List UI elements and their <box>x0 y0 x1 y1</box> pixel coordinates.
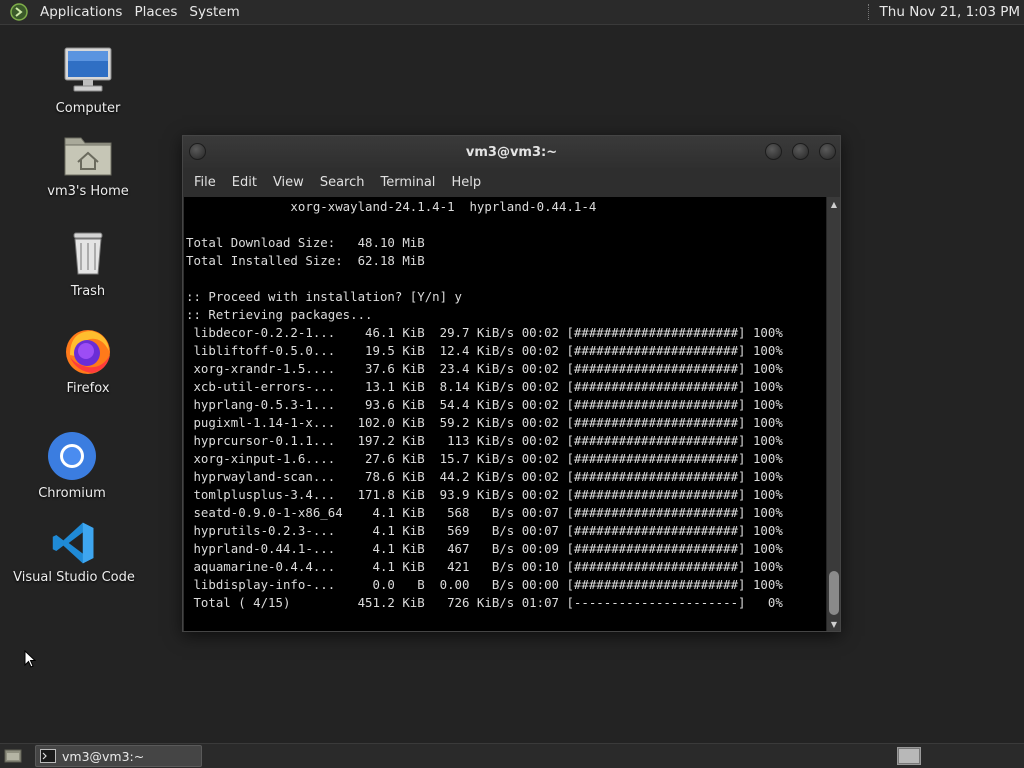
menu-terminal[interactable]: Terminal <box>373 175 442 190</box>
terminal-line: hyprlang-0.5.3-1... 93.6 KiB 54.4 KiB/s … <box>186 397 783 412</box>
desktop-icon-label: Computer <box>55 101 121 116</box>
terminal-output[interactable]: xorg-xwayland-24.1.4-1 hyprland-0.44.1-4… <box>184 197 826 631</box>
terminal-line: hyprland-0.44.1-... 4.1 KiB 467 B/s 00:0… <box>186 541 783 556</box>
bottom-panel: vm3@vm3:~ <box>0 743 1024 768</box>
desktop-icon-home[interactable]: vm3's Home <box>28 128 148 199</box>
terminal-line: :: Retrieving packages... <box>186 307 373 322</box>
distro-logo-icon[interactable] <box>8 1 30 23</box>
terminal-text: xorg-xwayland-24.1.4-1 hyprland-0.44.1-4… <box>184 197 826 612</box>
desktop-icon-label: Trash <box>70 284 106 299</box>
desktop-icon-firefox[interactable]: Firefox <box>28 325 148 396</box>
menu-help[interactable]: Help <box>444 175 488 190</box>
menu-edit[interactable]: Edit <box>225 175 264 190</box>
applications-menu[interactable]: Applications <box>34 4 128 20</box>
places-menu[interactable]: Places <box>128 4 183 20</box>
desktop-icon-chromium[interactable]: Chromium <box>12 430 132 501</box>
terminal-line: xorg-xwayland-24.1.4-1 hyprland-0.44.1-4 <box>186 199 597 214</box>
terminal-line: :: Proceed with installation? [Y/n] y <box>186 289 463 304</box>
menu-view[interactable]: View <box>266 175 311 190</box>
window-title: vm3@vm3:~ <box>465 144 558 160</box>
mouse-cursor-icon <box>24 650 36 668</box>
taskbar-label: vm3@vm3:~ <box>62 748 145 764</box>
system-menu[interactable]: System <box>183 4 245 20</box>
desktop-icon-label: Visual Studio Code <box>13 570 135 585</box>
scroll-up-icon[interactable]: ▲ <box>827 197 841 211</box>
desktop-icon-label: vm3's Home <box>47 184 129 199</box>
terminal-icon <box>40 749 56 763</box>
terminal-line: Total ( 4/15) 451.2 KiB 726 KiB/s 01:07 … <box>186 595 783 610</box>
terminal-line: Total Download Size: 48.10 MiB <box>186 235 425 250</box>
scroll-down-icon[interactable]: ▼ <box>827 617 841 631</box>
terminal-line: libdecor-0.2.2-1... 46.1 KiB 29.7 KiB/s … <box>186 325 783 340</box>
window-titlebar[interactable]: vm3@vm3:~ <box>183 136 840 168</box>
computer-icon <box>64 47 112 92</box>
desktop-icon-computer[interactable]: Computer <box>28 45 148 116</box>
terminal-line: hyprutils-0.2.3-... 4.1 KiB 569 B/s 00:0… <box>186 523 783 538</box>
close-button[interactable] <box>819 143 836 160</box>
terminal-line: Total Installed Size: 62.18 MiB <box>186 253 425 268</box>
terminal-line: hyprcursor-0.1.1... 197.2 KiB 113 KiB/s … <box>186 433 783 448</box>
maximize-button[interactable] <box>792 143 809 160</box>
chromium-icon <box>48 432 96 480</box>
firefox-icon <box>66 330 110 374</box>
terminal-line: libliftoff-0.5.0... 19.5 KiB 12.4 KiB/s … <box>186 343 783 358</box>
scroll-thumb[interactable] <box>829 571 839 615</box>
terminal-line: seatd-0.9.0-1-x86_64 4.1 KiB 568 B/s 00:… <box>186 505 783 520</box>
taskbar-terminal-button[interactable]: vm3@vm3:~ <box>35 745 202 767</box>
vscode-icon <box>52 522 94 564</box>
trash-icon <box>73 232 103 275</box>
terminal-line: aquamarine-0.4.4... 4.1 KiB 421 B/s 00:1… <box>186 559 783 574</box>
terminal-line: xcb-util-errors-... 13.1 KiB 8.14 KiB/s … <box>186 379 783 394</box>
terminal-line: pugixml-1.14-1-x... 102.0 KiB 59.2 KiB/s… <box>186 415 783 430</box>
desktop-icon-label: Firefox <box>66 381 110 396</box>
show-desktop-icon[interactable] <box>1 745 25 767</box>
window-menu-button[interactable] <box>189 143 206 160</box>
terminal-menubar: File Edit View Search Terminal Help <box>183 168 840 196</box>
desktop-icon-trash[interactable]: Trash <box>28 228 148 299</box>
terminal-line: libdisplay-info-... 0.0 B 0.00 B/s 00:00… <box>186 577 783 592</box>
terminal-window[interactable]: vm3@vm3:~ File Edit View Search Terminal… <box>182 135 841 632</box>
home-folder-icon <box>64 137 112 176</box>
terminal-line: xorg-xrandr-1.5.... 37.6 KiB 23.4 KiB/s … <box>186 361 783 376</box>
panel-separator <box>867 4 874 20</box>
minimize-button[interactable] <box>765 143 782 160</box>
terminal-line: hyprwayland-scan... 78.6 KiB 44.2 KiB/s … <box>186 469 783 484</box>
top-panel: Applications Places System Thu Nov 21, 1… <box>0 0 1024 25</box>
desktop-icon-vscode[interactable]: Visual Studio Code <box>13 520 135 585</box>
terminal-line: xorg-xinput-1.6.... 27.6 KiB 15.7 KiB/s … <box>186 451 783 466</box>
menu-file[interactable]: File <box>187 175 223 190</box>
workspace-switcher[interactable] <box>897 747 921 765</box>
menu-search[interactable]: Search <box>313 175 372 190</box>
desktop-icon-label: Chromium <box>38 486 106 501</box>
terminal-line: tomlplusplus-3.4... 171.8 KiB 93.9 KiB/s… <box>186 487 783 502</box>
terminal-scrollbar[interactable]: ▲ ▼ <box>826 197 840 631</box>
clock[interactable]: Thu Nov 21, 1:03 PM <box>880 4 1020 20</box>
